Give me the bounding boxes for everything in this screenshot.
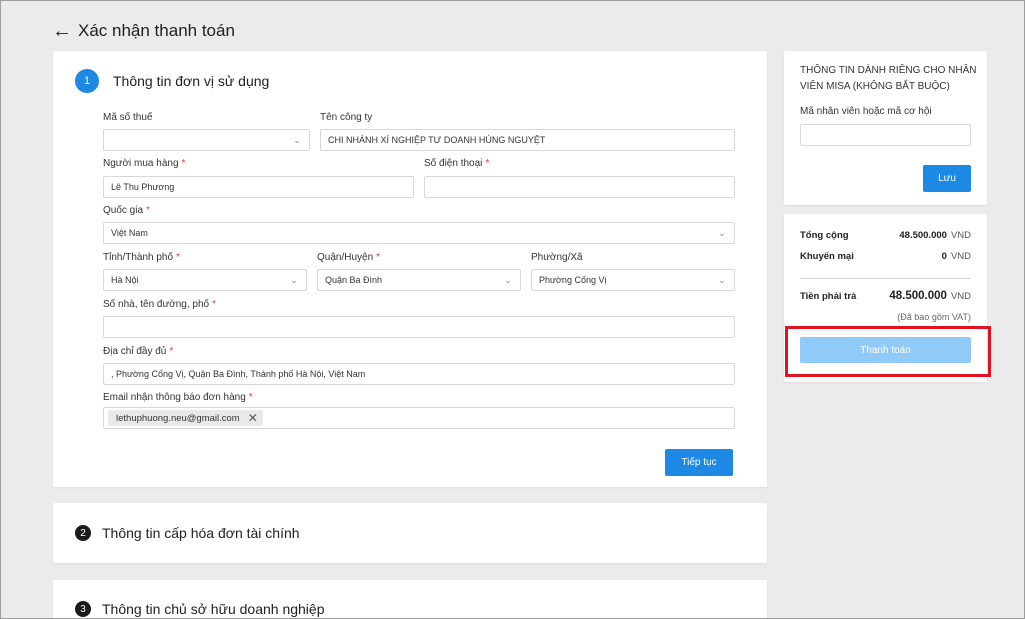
buyer-input[interactable]: Lê Thu Phương — [103, 176, 414, 198]
required-mark: * — [146, 205, 150, 216]
step-3-title: Thông tin chủ sở hữu doanh nghiệp — [102, 601, 325, 617]
phone-input[interactable] — [424, 176, 735, 198]
staff-code-label: Mã nhân viên hoặc mã cơ hội — [800, 106, 932, 117]
full-address-input[interactable]: , Phường Cống Vị, Quận Ba Đình, Thành ph… — [103, 363, 735, 385]
required-mark: * — [169, 346, 174, 357]
staff-code-input[interactable] — [800, 124, 971, 146]
back-arrow-icon[interactable]: ← — [52, 21, 78, 41]
district-value: Quận Ba Đình — [325, 275, 383, 285]
owner-info-card[interactable]: 3 Thông tin chủ sở hữu doanh nghiệp — [53, 580, 767, 619]
currency-label: VND — [950, 230, 971, 241]
step-2-title: Thông tin cấp hóa đơn tài chính — [102, 525, 300, 541]
ward-select[interactable]: Phường Cống Vị ⌄ — [531, 269, 735, 291]
email-chip: lethuphuong.neu@gmail.com ✕ — [108, 410, 263, 426]
invoice-info-card[interactable]: 2 Thông tin cấp hóa đơn tài chính — [53, 503, 767, 563]
total-row: Tổng cộng 48.500.000 VND — [800, 230, 971, 241]
pay-value: 48.500.000 — [889, 290, 947, 302]
province-select[interactable]: Hà Nội ⌄ — [103, 269, 307, 291]
phone-label-text: Số điện thoại — [424, 158, 483, 169]
summary-divider — [800, 278, 971, 279]
total-amount: 48.500.000 VND — [899, 230, 971, 241]
district-select[interactable]: Quận Ba Đình ⌄ — [317, 269, 521, 291]
required-mark: * — [212, 299, 217, 310]
total-label: Tổng cộng — [800, 230, 849, 241]
step-2-number: 2 — [75, 525, 91, 541]
company-label: Tên công ty — [320, 112, 373, 123]
email-chip-text: lethuphuong.neu@gmail.com — [116, 412, 240, 424]
chevron-down-icon: ⌄ — [718, 228, 726, 238]
step-3-number: 3 — [75, 601, 91, 617]
province-value: Hà Nội — [111, 275, 139, 285]
chevron-down-icon: ⌄ — [290, 275, 298, 285]
step-2-header[interactable]: 2 Thông tin cấp hóa đơn tài chính — [75, 525, 300, 541]
close-icon[interactable]: ✕ — [248, 411, 258, 425]
district-label-text: Quận/Huyện — [317, 252, 374, 263]
vat-row: (Đã bao gồm VAT) — [800, 312, 971, 322]
total-value: 48.500.000 — [899, 230, 947, 241]
pay-label: Tiền phải trả — [800, 290, 857, 302]
street-label: Số nhà, tên đường, phố * — [103, 299, 216, 310]
country-select[interactable]: Việt Nam ⌄ — [103, 222, 735, 244]
company-input[interactable]: CHI NHÁNH XÍ NGHIỆP TƯ DOANH HÙNG NGUYỆT — [320, 129, 735, 151]
required-mark: * — [376, 252, 381, 263]
step-1-title: Thông tin đơn vị sử dụng — [113, 73, 270, 89]
step-1-number: 1 — [75, 69, 99, 93]
currency-label: VND — [950, 291, 971, 302]
discount-label: Khuyến mại — [800, 251, 854, 262]
currency-label: VND — [950, 251, 971, 262]
ward-label: Phường/Xã — [531, 252, 583, 263]
country-value: Việt Nam — [111, 228, 148, 238]
country-label-text: Quốc gia — [103, 205, 144, 216]
staff-section-title: THÔNG TIN DÀNH RIÊNG CHO NHÂN VIÊN MISA … — [800, 65, 977, 92]
user-info-card: 1 Thông tin đơn vị sử dụng Mã số thuế ⌄ … — [53, 51, 767, 487]
page-header: ← Xác nhận thanh toán — [52, 20, 235, 42]
phone-label: Số điện thoại * — [424, 158, 489, 169]
order-summary-card: Tổng cộng 48.500.000 VND Khuyến mại 0 VND … — [784, 214, 987, 382]
staff-info-card: THÔNG TIN DÀNH RIÊNG CHO NHÂN VIÊN MISA … — [784, 51, 987, 205]
required-mark: * — [181, 158, 186, 169]
step-3-header[interactable]: 3 Thông tin chủ sở hữu doanh nghiệp — [75, 601, 325, 617]
step-1-header: 1 Thông tin đơn vị sử dụng — [75, 69, 269, 93]
district-label: Quận/Huyện * — [317, 252, 380, 263]
country-label: Quốc gia * — [103, 205, 150, 216]
buyer-label: Người mua hàng * — [103, 158, 185, 169]
chevron-down-icon: ⌄ — [504, 275, 512, 285]
required-mark: * — [248, 392, 253, 403]
page-title: Xác nhận thanh toán — [78, 21, 235, 40]
email-label: Email nhận thông báo đơn hàng * — [103, 392, 253, 403]
pay-amount: 48.500.000 VND — [889, 290, 971, 302]
required-mark: * — [176, 252, 180, 263]
province-label-text: Tỉnh/Thành phố — [103, 252, 174, 263]
full-address-value: , Phường Cống Vị, Quận Ba Đình, Thành ph… — [111, 369, 366, 379]
required-mark: * — [485, 158, 490, 169]
email-tags-input[interactable]: lethuphuong.neu@gmail.com ✕ — [103, 407, 735, 429]
street-label-text: Số nhà, tên đường, phố — [103, 299, 210, 310]
buyer-value: Lê Thu Phương — [111, 182, 175, 192]
continue-button[interactable]: Tiếp tục — [665, 449, 733, 476]
street-input[interactable] — [103, 316, 735, 338]
full-address-label-text: Địa chỉ đầy đủ — [103, 346, 167, 357]
chevron-down-icon: ⌄ — [293, 135, 301, 145]
province-label: Tỉnh/Thành phố * — [103, 252, 180, 263]
ward-value: Phường Cống Vị — [539, 275, 607, 285]
pay-button[interactable]: Thanh toán — [800, 337, 971, 363]
vat-note: (Đã bao gồm VAT) — [897, 312, 971, 322]
discount-value: 0 — [941, 251, 947, 262]
tax-code-label: Mã số thuế — [103, 112, 153, 123]
discount-amount: 0 VND — [942, 251, 971, 262]
chevron-down-icon: ⌄ — [718, 275, 726, 285]
company-value: CHI NHÁNH XÍ NGHIỆP TƯ DOANH HÙNG NGUYỆT — [328, 135, 546, 145]
discount-row: Khuyến mại 0 VND — [800, 251, 971, 262]
full-address-label: Địa chỉ đầy đủ * — [103, 346, 173, 357]
email-label-text: Email nhận thông báo đơn hàng — [103, 392, 246, 403]
tax-code-input[interactable]: ⌄ — [103, 129, 310, 151]
buyer-label-text: Người mua hàng — [103, 158, 179, 169]
save-button[interactable]: Lưu — [923, 165, 971, 192]
pay-row: Tiền phải trả 48.500.000 VND — [800, 290, 971, 302]
